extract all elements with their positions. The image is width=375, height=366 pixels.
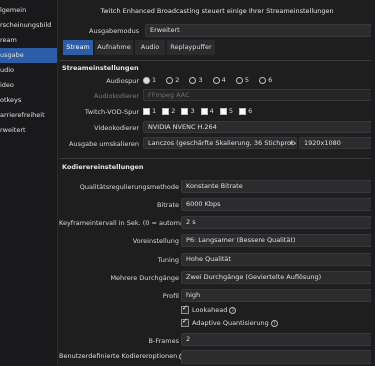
settings-main: Twitch Enhanced Broadcasting steuert ein… <box>59 0 375 366</box>
tuning-label: Tuning <box>157 256 179 264</box>
radio-label: 5 <box>244 76 250 84</box>
checkbox-label: 1 <box>152 107 157 115</box>
custom-options-row: Benutzerdefinierte Kodiereroptionen ? <box>59 352 187 360</box>
sidebar-item-output[interactable]: usgabe <box>0 48 57 63</box>
output-mode-select[interactable]: Erweitert <box>145 24 373 37</box>
output-mode-label: Ausgabemodus <box>89 27 140 35</box>
settings-sidebar: lgemein rscheinungsbild ream usgabe udio… <box>0 0 58 366</box>
tuning-value: Hohe Qualität <box>186 255 231 263</box>
help-icon[interactable]: ? <box>270 319 278 327</box>
stream-section-title: Streameinstellungen <box>62 64 139 72</box>
lookahead-label: Lookahead <box>192 306 228 314</box>
video-encoder-label: Videokodierer <box>94 124 139 132</box>
audio-track-radios: 1 2 3 4 5 6 <box>143 76 280 84</box>
tab-replay-buffer[interactable]: Replaypuffer <box>167 40 215 55</box>
rescale-method-select[interactable]: Lanczos (geschärfte Skalierung, 36 Stich… <box>143 137 297 149</box>
audio-encoder-select[interactable]: FFmpeg AAC <box>143 89 373 101</box>
vod-track-checkbox-2[interactable] <box>162 107 170 115</box>
sidebar-item-accessibility[interactable]: arrierefreiheit <box>0 108 57 123</box>
audio-track-radio-2[interactable] <box>166 76 174 84</box>
chevron-down-icon: ▾ <box>289 139 293 147</box>
tab-recording[interactable]: Aufnahme <box>95 40 133 55</box>
rate-control-value: Konstante Bitrate <box>186 182 243 190</box>
encoder-section-title: Kodierereinstellungen <box>62 163 144 171</box>
sidebar-item-hotkeys[interactable]: otkeys <box>0 93 57 108</box>
preset-value: P6: Langsamer (Bessere Qualität) <box>186 236 296 244</box>
vod-track-checkbox-1[interactable] <box>143 107 150 115</box>
bitrate-value: 6000 Kbps <box>186 200 221 208</box>
vod-track-checkbox-3[interactable] <box>181 107 189 115</box>
vod-track-checkbox-6[interactable] <box>239 107 247 115</box>
tab-audio[interactable]: Audio <box>135 40 165 55</box>
preset-label: Voreinstellung <box>132 237 179 245</box>
scrollbar[interactable] <box>371 0 375 366</box>
profile-value: high <box>186 291 201 299</box>
audio-track-radio-1[interactable] <box>143 76 150 84</box>
custom-options-label: Benutzerdefinierte Kodiereroptionen <box>59 352 178 360</box>
radio-label: 1 <box>152 76 157 84</box>
vod-track-label: Twitch-VOD-Spur <box>84 108 139 116</box>
multipass-label: Mehrere Durchgänge <box>110 274 179 282</box>
bframes-value: 2 <box>186 335 191 343</box>
radio-label: 4 <box>221 76 226 84</box>
bframes-input[interactable]: 2 <box>181 333 373 346</box>
bitrate-input[interactable]: 6000 Kbps <box>181 198 373 211</box>
checkbox-label: 6 <box>248 107 253 115</box>
audio-track-label: Audiospur <box>106 77 139 85</box>
sidebar-item-appearance[interactable]: rscheinungsbild <box>0 18 57 33</box>
keyframe-value: 2 s <box>186 218 196 226</box>
divider <box>59 158 375 159</box>
keyframe-input[interactable]: 2 s <box>181 216 373 229</box>
sidebar-item-stream[interactable]: ream <box>0 33 57 48</box>
audio-track-radio-6[interactable] <box>259 76 267 84</box>
lookahead-checkbox[interactable] <box>181 304 189 314</box>
vod-track-checkboxes: 1 2 3 4 5 6 <box>143 107 256 115</box>
divider <box>59 60 375 61</box>
video-encoder-value: NVIDIA NVENC H.264 <box>148 123 217 131</box>
multipass-value: Zwei Durchgänge (Geviertelte Auflösung) <box>186 273 322 281</box>
vod-track-checkbox-4[interactable] <box>200 107 208 115</box>
preset-select[interactable]: P6: Langsamer (Bessere Qualität) <box>181 234 373 247</box>
aq-checkbox[interactable] <box>181 317 189 327</box>
sidebar-item-audio[interactable]: udio <box>0 63 57 78</box>
rate-control-select[interactable]: Konstante Bitrate <box>181 180 373 193</box>
audio-encoder-label: Audiokodierer <box>93 92 139 100</box>
multipass-select[interactable]: Zwei Durchgänge (Geviertelte Auflösung) <box>181 271 373 284</box>
custom-options-input[interactable] <box>181 350 373 364</box>
checkbox-label: 2 <box>171 107 176 115</box>
tab-stream[interactable]: Stream <box>63 40 93 55</box>
info-banner: Twitch Enhanced Broadcasting steuert ein… <box>100 7 334 15</box>
profile-label: Profil <box>162 292 179 300</box>
bitrate-label: Bitrate <box>156 201 179 209</box>
checkbox-label: 3 <box>190 107 195 115</box>
profile-select[interactable]: high <box>181 289 373 302</box>
sidebar-item-general[interactable]: lgemein <box>0 3 57 18</box>
sidebar-item-advanced[interactable]: rweitert <box>0 123 57 138</box>
aq-row[interactable]: Adaptive Quantisierung ? <box>181 317 278 327</box>
audio-track-radio-3[interactable] <box>189 76 197 84</box>
radio-label: 6 <box>268 76 273 84</box>
vod-track-checkbox-5[interactable] <box>219 107 227 115</box>
audio-track-radio-4[interactable] <box>212 76 220 84</box>
rescale-resolution-value: 1920x1080 <box>304 139 341 147</box>
audio-encoder-value: FFmpeg AAC <box>148 91 190 99</box>
radio-label: 3 <box>198 76 203 84</box>
checkbox-label: 5 <box>228 107 234 115</box>
rescale-resolution-select[interactable]: 1920x1080 <box>299 137 373 149</box>
tuning-select[interactable]: Hohe Qualität <box>181 253 373 266</box>
checkbox-label: 4 <box>209 107 214 115</box>
keyframe-label: Keyframeintervall in Sek. (0 = automatis… <box>59 219 202 227</box>
sidebar-item-video[interactable]: ideo <box>0 78 57 93</box>
output-mode-value: Erweitert <box>150 26 180 34</box>
audio-track-radio-5[interactable] <box>235 76 243 84</box>
rate-control-label: Qualitätsregulierungsmethode <box>79 183 179 191</box>
aq-label: Adaptive Quantisierung <box>192 319 269 327</box>
rescale-label: Ausgabe umskalieren <box>69 140 139 148</box>
help-icon[interactable]: ? <box>229 306 237 314</box>
rescale-method-value: Lanczos (geschärfte Skalierung, 36 Stich… <box>148 139 297 147</box>
lookahead-row[interactable]: Lookahead ? <box>181 304 237 314</box>
video-encoder-select[interactable]: NVIDIA NVENC H.264 <box>143 121 373 133</box>
bframes-label: B-Frames <box>148 337 179 345</box>
radio-label: 2 <box>175 76 180 84</box>
